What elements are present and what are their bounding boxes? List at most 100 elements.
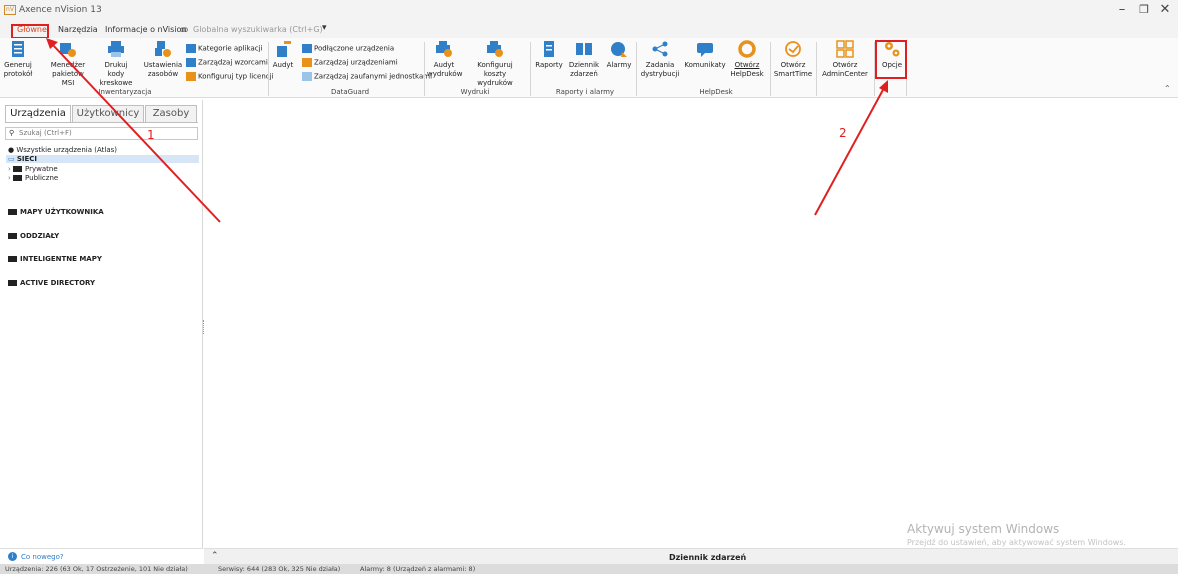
menu-informacje[interactable]: Informacje o nVision [105,25,186,34]
splitter-handle[interactable] [203,320,206,334]
trusted-units-button[interactable]: Zarządzaj zaufanymi jednostkami [302,72,432,81]
group-separator [424,42,425,96]
section-branches[interactable]: ODDZIAŁY [8,232,59,240]
annotation-step-1: 1 [147,128,155,142]
section-user-maps[interactable]: MAPY UŻYTKOWNIKA [8,208,104,216]
section-active-directory[interactable]: ACTIVE DIRECTORY [8,279,95,287]
smarttime-icon [784,40,802,58]
global-search-label[interactable]: Globalna wyszukiwarka (Ctrl+G) [193,25,323,34]
folder-icon [13,166,23,172]
event-log-title: Dziennik zdarzeń [669,553,747,562]
collapse-ribbon-icon[interactable]: ⌃ [1164,84,1171,93]
audit-icon [274,40,292,58]
tree-private[interactable]: › Prywatne [8,165,58,173]
status-bar: Urządzenia: 226 (63 Ok, 17 Ostrzeżenie, … [0,564,1178,574]
open-admincenter-button[interactable]: Otwórz AdminCenter [819,40,871,79]
group-separator [770,42,771,96]
restore-icon[interactable]: ❐ [1134,2,1154,18]
status-alarms: Alarmy: 8 (Urządzeń z alarmami: 8) [360,565,476,573]
tab-zasoby[interactable]: Zasoby [145,105,197,122]
tab-divider [5,122,198,123]
folder-icon [8,209,17,215]
audit-button[interactable]: Audyt [272,40,294,70]
chevron-right-icon: › [8,174,11,182]
search-input[interactable]: ⚲ Szukaj (Ctrl+F) [5,127,198,140]
print-barcodes-button[interactable]: Drukuj kody kreskowe [96,40,136,88]
window-title: Axence nVision 13 [19,5,102,15]
group-reports-label: Raporty i alarmy [555,88,615,96]
tree-networks[interactable]: ▭ SIECI [6,155,199,163]
resource-settings-button[interactable]: Ustawienia zasobów [143,40,183,79]
annotation-step-2: 2 [839,126,847,140]
group-separator [636,42,637,96]
status-devices: Urządzenia: 226 (63 Ok, 17 Ostrzeżenie, … [5,565,188,573]
app-categories-button[interactable]: Kategorie aplikacji [186,44,262,53]
group-inventory-label: Inwentaryzacja [98,88,152,96]
message-icon [696,40,714,58]
highlight-options [875,40,907,79]
info-icon: i [8,552,17,561]
open-helpdesk-button[interactable]: Otwórz HelpDesk [728,40,766,79]
status-services: Serwisy: 644 (283 Ok, 325 Nie działa) [218,565,341,573]
admincenter-icon [836,40,854,58]
generate-protocol-button[interactable]: Generuj protokół [3,40,33,79]
expand-icon[interactable]: ⌃ [211,551,219,561]
manage-devices-icon [302,58,312,67]
resources-gear-icon [154,40,172,58]
tree-all-devices[interactable]: ● Wszystkie urządzenia (Atlas) [8,146,117,154]
group-helpdesk-label: HelpDesk [699,88,733,96]
chevron-right-icon: › [8,165,11,173]
open-smarttime-button[interactable]: Otwórz SmartTime [773,40,813,79]
close-icon[interactable]: ✕ [1155,2,1175,18]
tree-public[interactable]: › Publiczne [8,174,58,182]
book-icon [575,40,593,58]
group-separator [816,42,817,96]
event-log-bar[interactable]: ⌃ Dziennik zdarzeń [204,548,1178,564]
templates-icon [186,58,196,67]
devices-icon [302,44,312,53]
categories-icon [186,44,196,53]
manage-devices-button[interactable]: Zarządzaj urządzeniami [302,58,398,67]
distribution-tasks-button[interactable]: Zadania dystrybucji [640,40,680,79]
title-bar: nV Axence nVision 13 – ❐ ✕ [0,0,1178,22]
report-icon [540,40,558,58]
group-separator [268,42,269,96]
trusted-units-icon [302,72,312,81]
connected-devices-button[interactable]: Podłączone urządzenia [302,44,394,53]
globe-icon: ● [8,146,15,154]
messages-button[interactable]: Komunikaty [684,40,726,70]
protocol-icon [9,40,27,58]
section-smart-maps[interactable]: INTELIGENTNE MAPY [8,255,102,263]
print-costs-button[interactable]: Konfiguruj koszty wydruków [466,40,524,88]
menu-bar: Główne Narzędzia Informacje o nVision ꝏ … [0,22,1178,38]
highlight-glowne [11,24,49,39]
dropdown-arrow-icon[interactable]: ▾ [322,23,327,33]
printer-gear-icon [486,40,504,58]
binoculars-icon: ꝏ [180,25,189,34]
folder-open-icon: ▭ [8,155,15,163]
package-gear-icon [59,40,77,58]
folder-icon [8,280,17,286]
whats-new-bar: i Co nowego? [0,548,203,564]
print-audit-button[interactable]: Audyt wydruków [427,40,462,79]
minimize-icon[interactable]: – [1112,2,1132,18]
printer-audit-icon [435,40,453,58]
license-types-button[interactable]: Konfiguruj typ licencji [186,72,274,81]
group-prints-label: Wydruki [460,88,490,96]
folder-icon [8,233,17,239]
distribution-icon [651,40,669,58]
manage-templates-button[interactable]: Zarządzaj wzorcami [186,58,268,67]
menu-narzedzia[interactable]: Narzędzia [58,25,98,34]
search-icon: ⚲ [9,129,15,137]
activation-watermark-sub: Przejdź do ustawień, aby aktywować syste… [907,538,1126,547]
lifebuoy-icon [738,40,756,58]
left-panel: Urządzenia Użytkownicy Zasoby ⚲ Szukaj (… [0,100,203,548]
reports-button[interactable]: Raporty [534,40,564,70]
ribbon: Generuj protokół Menedżer pakietów MSI Dru… [0,38,1178,98]
tab-uzytkownicy[interactable]: Użytkownicy [72,105,144,122]
alarms-button[interactable]: Alarmy [604,40,634,70]
event-log-button[interactable]: Dziennik zdarzeń [566,40,602,79]
tab-urzadzenia[interactable]: Urządzenia [5,105,71,122]
msi-manager-button[interactable]: Menedżer pakietów MSI [47,40,89,88]
whats-new-link[interactable]: Co nowego? [21,553,64,561]
